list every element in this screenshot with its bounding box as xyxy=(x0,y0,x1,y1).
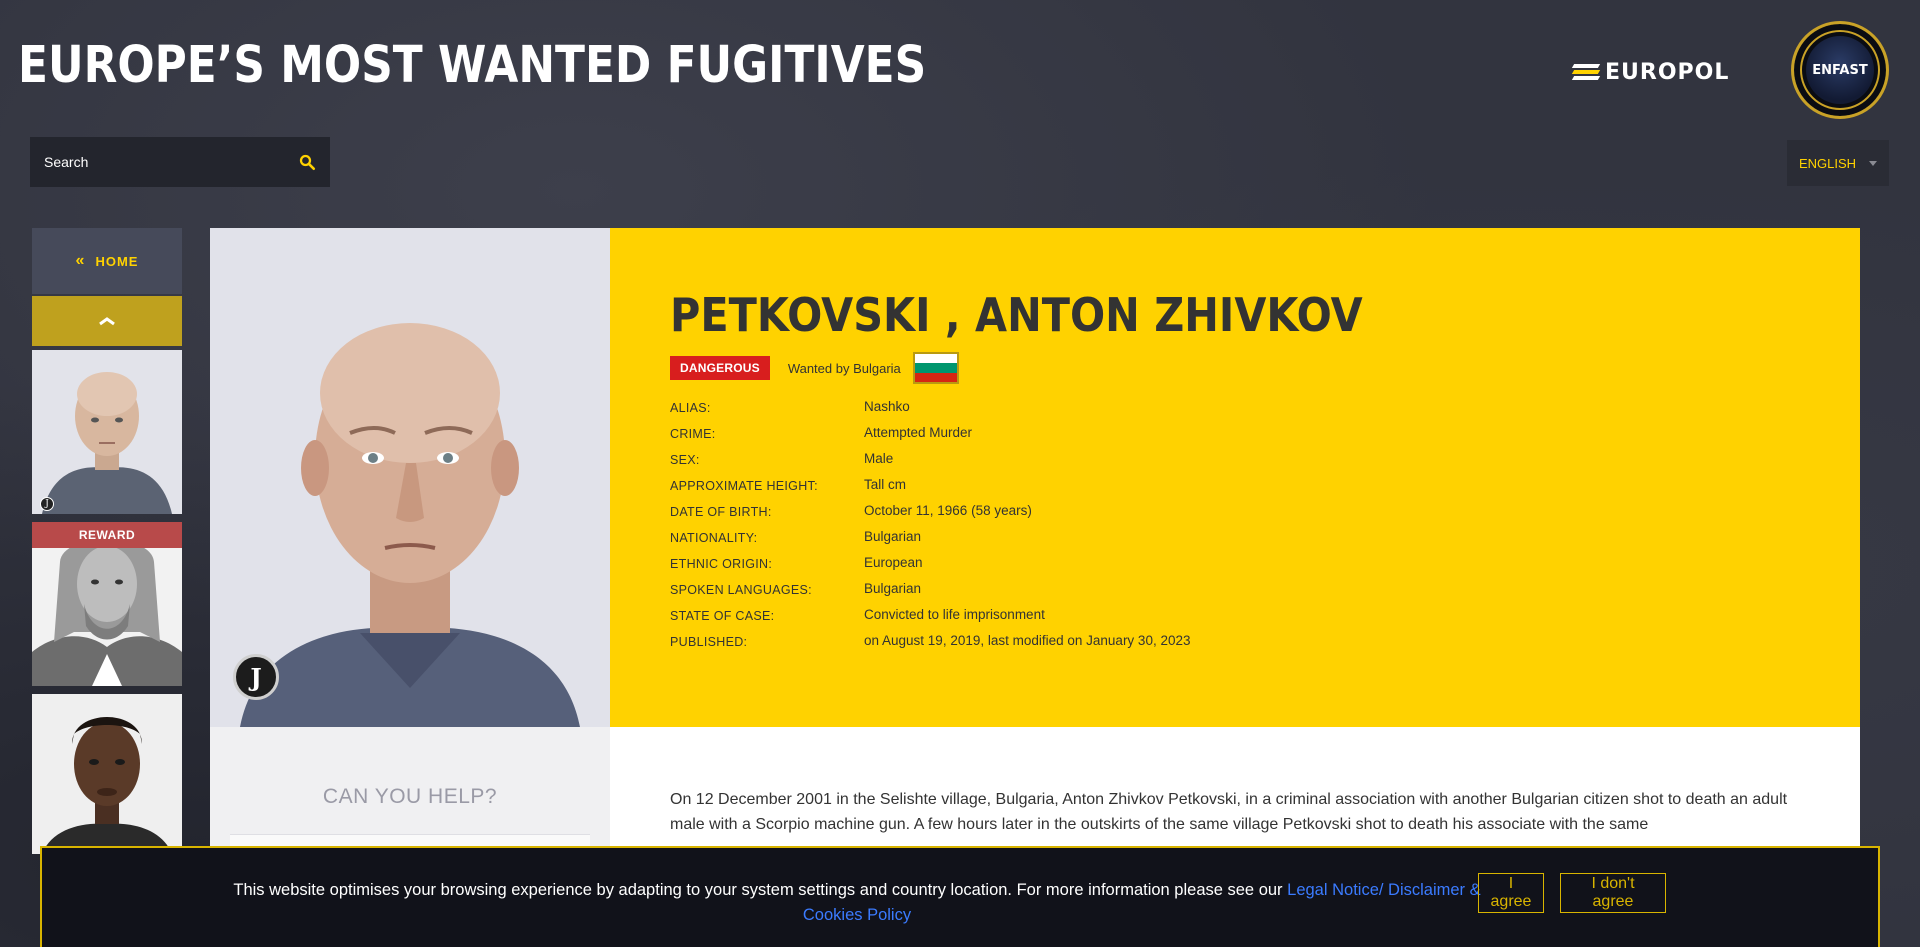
details-list: ALIAS: Nashko CRIME: Attempted Murder SEX: Ma… xyxy=(670,393,1191,653)
detail-row: CRIME: Attempted Murder xyxy=(670,419,1191,445)
search-icon[interactable] xyxy=(298,153,316,171)
detail-value: Convicted to life imprisonment xyxy=(864,606,1045,622)
home-label: HOME xyxy=(95,253,139,269)
detail-value: October 11, 1966 (58 years) xyxy=(864,502,1032,518)
detail-label: APPROXIMATE HEIGHT: xyxy=(670,479,818,493)
detail-label: CRIME: xyxy=(670,427,716,441)
detail-label: ALIAS: xyxy=(670,401,711,415)
double-chevron-left-icon: « xyxy=(75,252,86,269)
detail-row: NATIONALITY: Bulgarian xyxy=(670,523,1191,549)
fugitive-thumbnail[interactable]: J xyxy=(32,350,182,514)
portrait-image xyxy=(210,228,610,727)
detail-value: Nashko xyxy=(864,398,910,414)
wanted-by-text: Wanted by Bulgaria xyxy=(787,360,901,376)
fugitive-thumbnail[interactable]: REWARD xyxy=(32,522,182,686)
cookie-banner: This website optimises your browsing exp… xyxy=(40,846,1880,947)
portrait-image xyxy=(32,350,182,514)
language-selected: ENGLISH xyxy=(1799,155,1857,171)
status-row: DANGEROUS Wanted by Bulgaria xyxy=(670,352,959,384)
detail-label: DATE OF BIRTH: xyxy=(670,505,772,519)
europol-mark-icon xyxy=(1571,62,1601,82)
detail-value: Bulgarian xyxy=(864,528,922,544)
caret-down-icon xyxy=(1869,160,1877,166)
case-description: On 12 December 2001 in the Selishte vill… xyxy=(670,791,1788,833)
detail-row: SPOKEN LANGUAGES: Bulgarian xyxy=(670,575,1191,601)
portrait-image xyxy=(32,694,182,854)
scroll-up-button[interactable] xyxy=(32,296,182,346)
cookie-text: This website optimises your browsing exp… xyxy=(233,881,1288,899)
chevron-up-icon xyxy=(99,317,115,326)
search-input[interactable] xyxy=(44,154,298,170)
detail-row: STATE OF CASE: Convicted to life imprison… xyxy=(670,601,1191,627)
j-watermark-icon: J xyxy=(40,497,54,511)
detail-row: SEX: Male xyxy=(670,445,1191,471)
europol-logo-text: EUROPOL xyxy=(1605,59,1730,85)
europol-logo[interactable]: EUROPOL xyxy=(1571,57,1730,87)
enfast-logo[interactable]: ENFAST xyxy=(1791,21,1889,119)
flag-stripe xyxy=(914,363,957,373)
detail-label: PUBLISHED: xyxy=(670,635,748,649)
disagree-button[interactable]: I don't agree xyxy=(1560,873,1666,913)
fugitive-info-panel: PETKOVSKI , ANTON ZHIVKOV DANGEROUS Want… xyxy=(610,228,1860,727)
page-title: EUROPE’S MOST WANTED FUGITIVES xyxy=(18,36,927,95)
language-select[interactable]: ENGLISH xyxy=(1787,140,1889,186)
detail-value: Attempted Murder xyxy=(864,424,973,440)
detail-row: APPROXIMATE HEIGHT: Tall cm xyxy=(670,471,1191,497)
detail-label: ETHNIC ORIGIN: xyxy=(670,557,773,571)
detail-row: DATE OF BIRTH: October 11, 1966 (58 years… xyxy=(670,497,1191,523)
dangerous-badge: DANGEROUS xyxy=(670,356,770,380)
detail-value: Tall cm xyxy=(864,476,907,492)
enfast-logo-text: ENFAST xyxy=(1806,36,1874,104)
detail-value: on August 19, 2019, last modified on Jan… xyxy=(864,632,1191,648)
fugitive-name: PETKOVSKI , ANTON ZHIVKOV xyxy=(670,288,1363,342)
detail-row: PUBLISHED: on August 19, 2019, last modif… xyxy=(670,627,1191,653)
detail-label: SEX: xyxy=(670,453,700,467)
j-watermark-icon: J xyxy=(233,654,279,700)
detail-label: NATIONALITY: xyxy=(670,531,758,545)
detail-row: ALIAS: Nashko xyxy=(670,393,1191,419)
agree-button[interactable]: I agree xyxy=(1478,873,1544,913)
detail-value: Bulgarian xyxy=(864,580,922,596)
detail-label: STATE OF CASE: xyxy=(670,609,775,623)
flag-stripe xyxy=(914,372,957,382)
home-button[interactable]: « HOME xyxy=(32,228,182,294)
detail-row: ETHNIC ORIGIN: European xyxy=(670,549,1191,575)
bulgaria-flag-icon xyxy=(912,352,959,384)
cookie-message: This website optimises your browsing exp… xyxy=(222,878,1492,928)
flag-stripe xyxy=(914,354,957,364)
search-box xyxy=(30,137,330,187)
fugitive-photo: J xyxy=(210,228,610,727)
help-title: CAN YOU HELP? xyxy=(322,785,498,808)
detail-label: SPOKEN LANGUAGES: xyxy=(670,583,812,597)
reward-badge: REWARD xyxy=(32,522,182,548)
detail-value: European xyxy=(864,554,923,570)
detail-value: Male xyxy=(864,450,894,466)
fugitive-thumbnail[interactable] xyxy=(32,694,182,854)
